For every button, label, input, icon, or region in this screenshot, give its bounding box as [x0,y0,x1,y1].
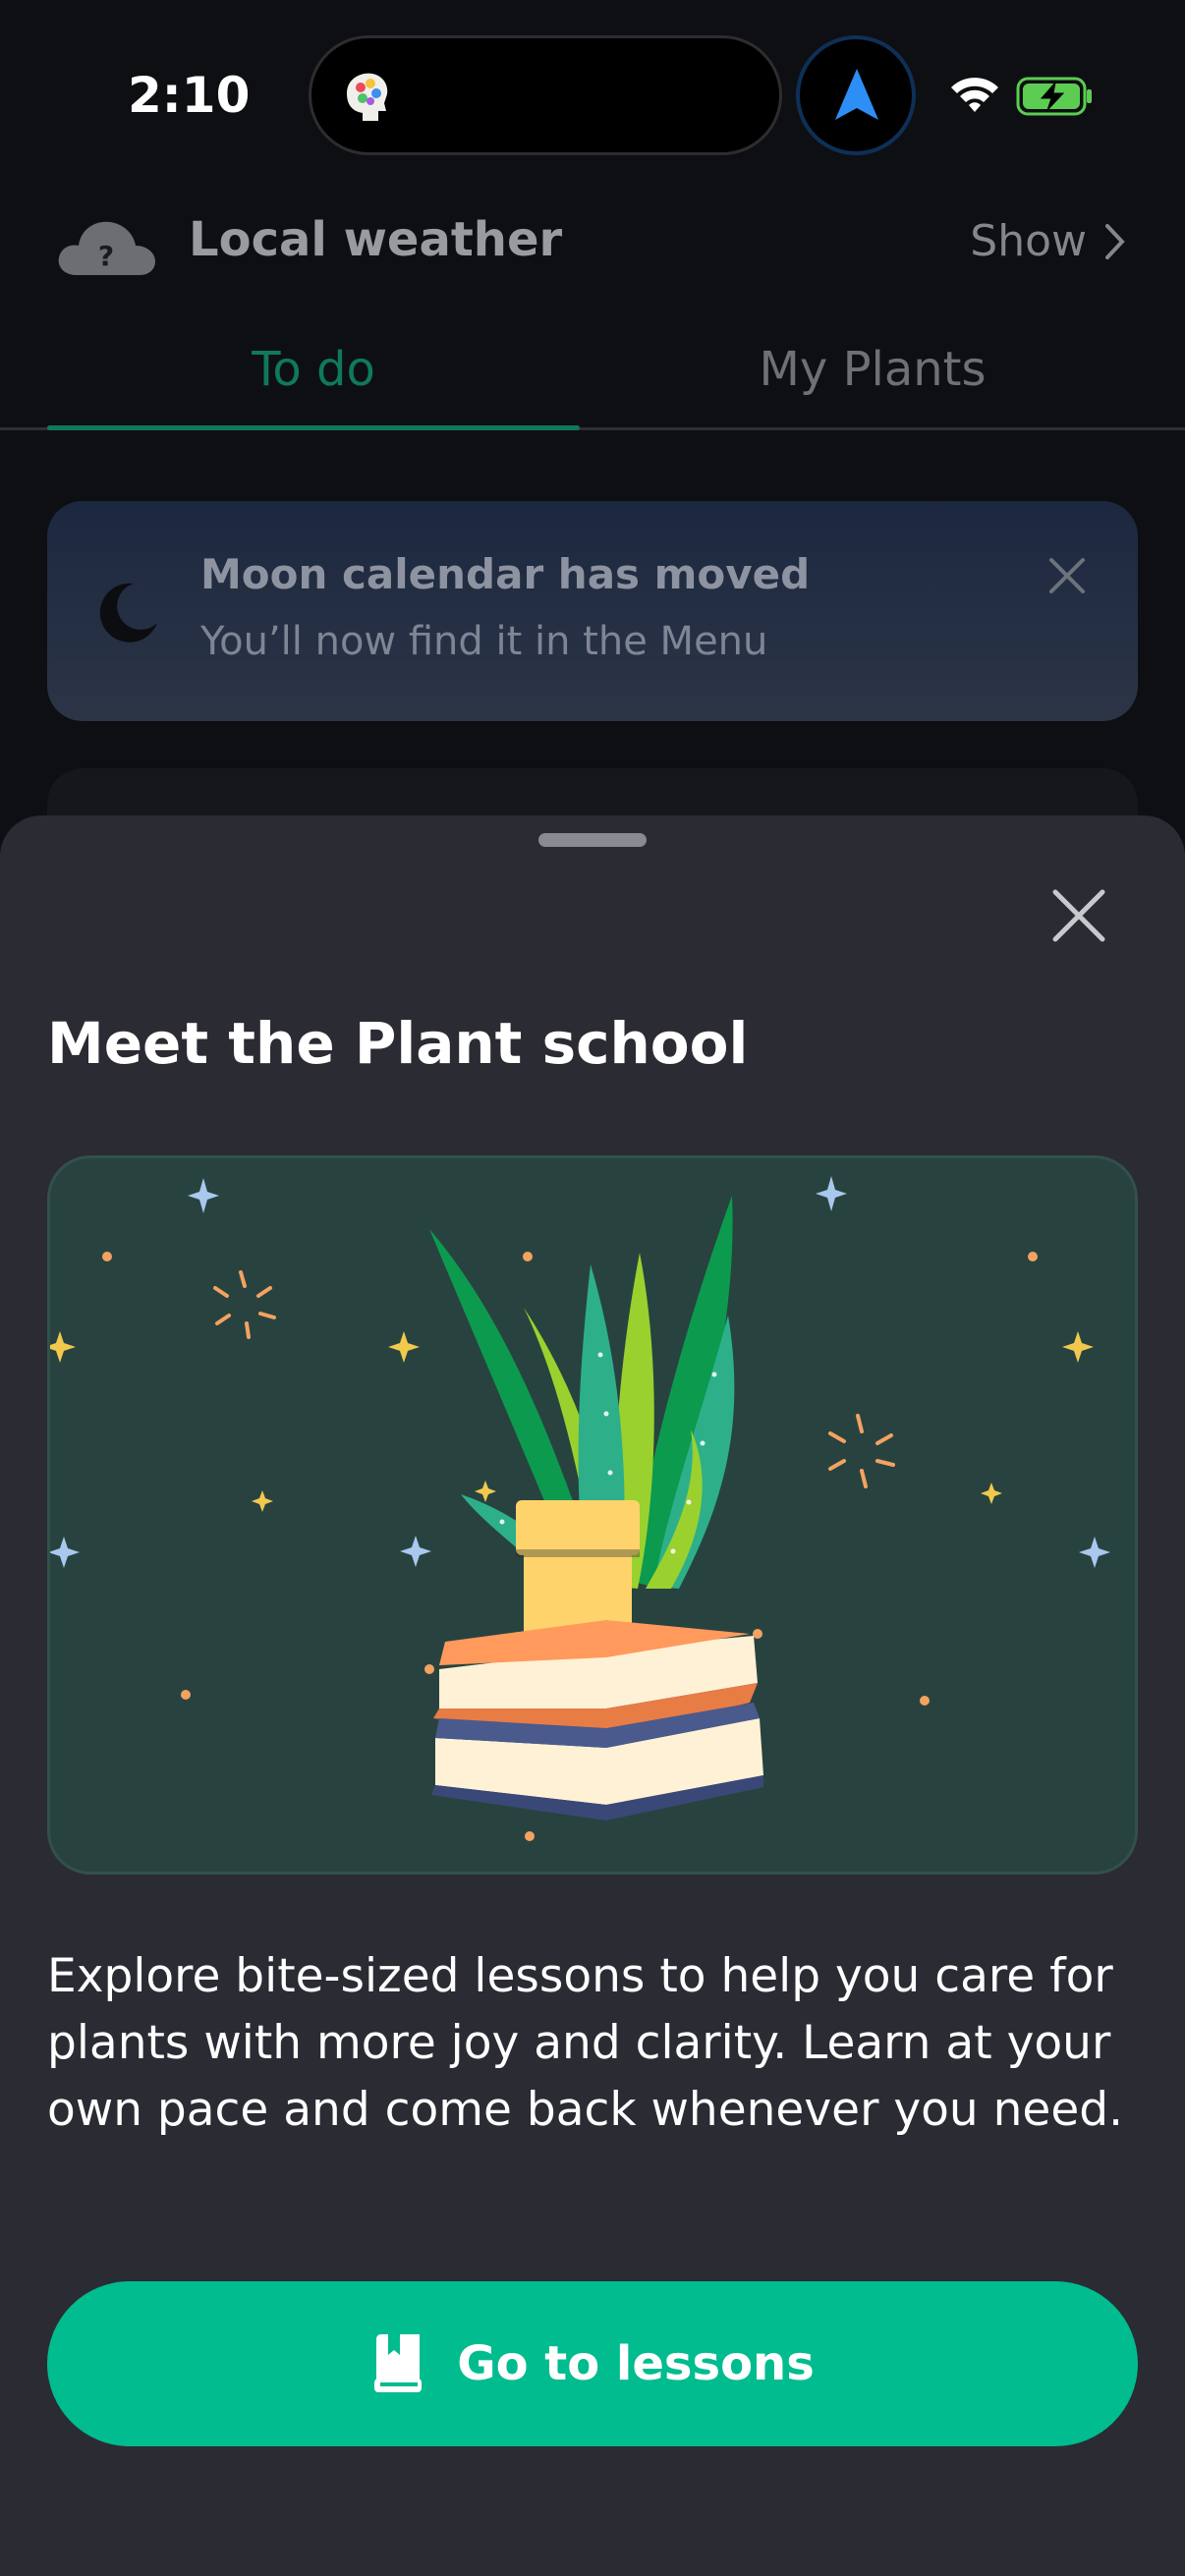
moon-banner-title: Moon calendar has moved [200,550,811,598]
active-tab-indicator [47,425,580,430]
show-label: Show [970,216,1087,266]
moon-calendar-banner[interactable]: Moon calendar has moved You’ll now find … [47,501,1138,721]
show-weather-button[interactable]: Show [970,216,1126,266]
moon-banner-subtitle: You’ll now find it in the Menu [200,619,768,664]
wifi-icon [951,78,998,112]
cloud-question-icon: ? [58,221,155,275]
chevron-right-icon [1105,223,1125,259]
tab-my-plants[interactable]: My Plants [609,342,1136,397]
sheet-grabber[interactable] [538,833,647,847]
navigation-indicator [796,35,916,155]
close-icon[interactable] [1047,556,1087,595]
tab-bar: To do My Plants [0,324,1185,430]
moon-icon [99,583,157,643]
navigation-arrow-icon [835,69,878,120]
status-time: 2:10 [128,67,251,124]
local-weather-label: Local weather [189,212,563,267]
app-icon [347,73,388,121]
sheet-title: Meet the Plant school [47,1010,749,1077]
tab-to-do[interactable]: To do [47,342,580,397]
status-bar: 2:10 [0,0,1185,187]
svg-text:?: ? [98,240,114,272]
plant-on-books-illustration [50,1176,1110,1841]
sheet-description: Explore bite-sized lessons to help you c… [47,1949,1124,2137]
local-weather-row[interactable]: ? Local weather Show [0,187,1185,295]
close-icon[interactable] [1049,886,1108,945]
battery-charging-icon [1016,77,1092,116]
go-to-lessons-button[interactable]: Go to lessons [47,2281,1138,2446]
dynamic-island [309,35,782,155]
go-to-lessons-label: Go to lessons [457,2336,815,2391]
plant-school-sheet: Meet the Plant school Explore bite-sized… [0,815,1185,2576]
book-icon [374,2334,423,2392]
plant-school-illustration [47,1155,1138,1875]
